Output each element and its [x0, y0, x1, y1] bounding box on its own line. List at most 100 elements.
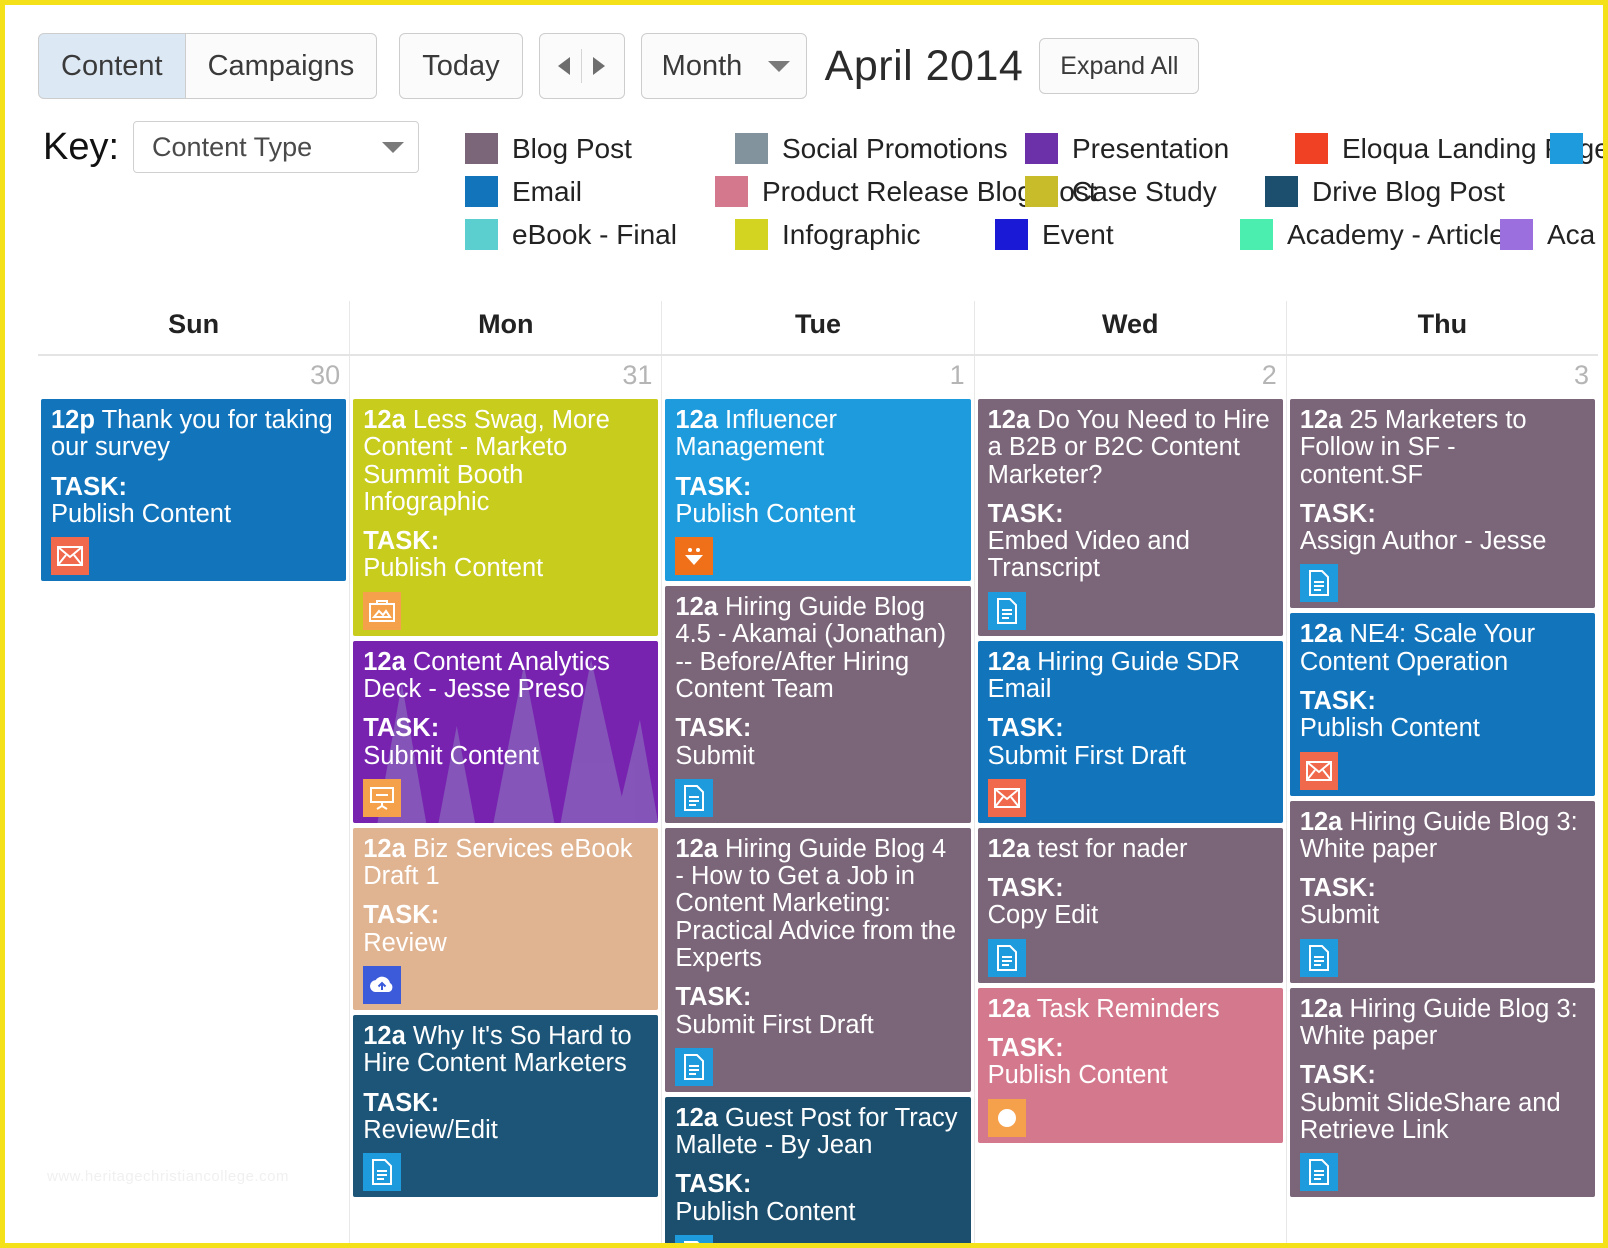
ebook-icon[interactable]: [363, 966, 401, 1004]
tab-campaigns[interactable]: Campaigns: [185, 33, 378, 99]
legend-item[interactable]: Email: [465, 176, 715, 208]
nav-divider: [581, 49, 582, 83]
calendar-event[interactable]: 12p Thank you for taking our surveyTASK:…: [41, 399, 346, 581]
event-title: 12a Do You Need to Hire a B2B or B2C Con…: [988, 407, 1273, 489]
event-task-value: Submit First Draft: [675, 1012, 960, 1039]
day-number: 3: [1290, 356, 1595, 399]
day-column[interactable]: 3 12a 25 Marketers to Follow in SF - cont…: [1286, 356, 1598, 1248]
event-time: 12a: [675, 1104, 718, 1132]
calendar-event[interactable]: 12a Hiring Guide SDR EmailTASK:Submit Fi…: [978, 641, 1283, 823]
legend-label: Email: [512, 176, 582, 208]
presentation-icon[interactable]: [363, 779, 401, 817]
calendar-event[interactable]: 12a Biz Services eBook Draft 1TASK:Revie…: [353, 828, 658, 1010]
tab-content[interactable]: Content: [38, 33, 186, 99]
document-icon[interactable]: [988, 592, 1026, 630]
legend-item[interactable]: eBook - Final: [465, 219, 735, 251]
legend-label: Blog Post: [512, 133, 632, 165]
event-title: 12a Hiring Guide Blog 4 - How to Get a J…: [675, 836, 960, 972]
document-icon[interactable]: [675, 1235, 713, 1248]
event-task-value: Submit Content: [363, 743, 648, 770]
calendar-event[interactable]: 12a test for naderTASK:Copy Edit: [978, 828, 1283, 983]
legend-item[interactable]: [1550, 133, 1590, 164]
calendar-event[interactable]: 12a Content Analytics Deck - Jesse Preso…: [353, 641, 658, 823]
legend-label: eBook - Final: [512, 219, 677, 251]
key-type-select[interactable]: Content Type: [133, 121, 419, 173]
legend-item[interactable]: Academy - Article: [1240, 219, 1500, 251]
day-column[interactable]: 2 12a Do You Need to Hire a B2B or B2C Co…: [974, 356, 1286, 1248]
document-icon[interactable]: [675, 779, 713, 817]
view-range-select[interactable]: Month: [641, 33, 807, 99]
day-number: 31: [353, 356, 658, 399]
legend-label: Infographic: [782, 219, 921, 251]
document-icon[interactable]: [1300, 1153, 1338, 1191]
legend-row: Email Product Release Blog PostCase Study…: [465, 170, 1608, 213]
event-task-label: TASK:: [675, 1171, 960, 1198]
event-task-label: TASK:: [363, 902, 648, 929]
calendar-event[interactable]: 12a Do You Need to Hire a B2B or B2C Con…: [978, 399, 1283, 636]
day-column[interactable]: 112a Influencer ManagementTASK:Publish C…: [661, 356, 973, 1248]
calendar-event[interactable]: 12a Why It's So Hard to Hire Content Mar…: [353, 1015, 658, 1197]
event-time: 12a: [1300, 808, 1343, 836]
event-task-value: Publish Content: [1300, 715, 1585, 742]
infographic-icon[interactable]: [363, 592, 401, 630]
legend: Blog Post Social PromotionsPresentationEl…: [465, 127, 1608, 256]
legend-label: Aca: [1547, 219, 1595, 251]
legend-swatch: [1025, 133, 1058, 164]
legend-item[interactable]: Eloqua Landing Page: [1295, 133, 1550, 165]
event-task-label: TASK:: [988, 715, 1273, 742]
document-icon[interactable]: [1300, 564, 1338, 602]
legend-item[interactable]: Presentation: [1025, 133, 1295, 165]
event-task-label: TASK:: [363, 1090, 648, 1117]
toolbar: Content Campaigns Today Month April 2014…: [38, 33, 1199, 99]
next-period-icon[interactable]: [593, 57, 605, 75]
email-icon[interactable]: [51, 537, 89, 575]
circle-icon[interactable]: [988, 1099, 1026, 1137]
legend-item[interactable]: Event: [995, 219, 1240, 251]
legend-label: Event: [1042, 219, 1114, 251]
calendar-event[interactable]: 12a 25 Marketers to Follow in SF - conte…: [1290, 399, 1595, 608]
calendar-event[interactable]: 12a Guest Post for Tracy Mallete - By Je…: [665, 1097, 970, 1248]
prev-period-icon[interactable]: [558, 57, 570, 75]
expand-all-button[interactable]: Expand All: [1039, 38, 1199, 94]
calendar-event[interactable]: 12a Hiring Guide Blog 4.5 - Akamai (Jona…: [665, 586, 970, 823]
email-icon[interactable]: [988, 779, 1026, 817]
legend-item[interactable]: Social Promotions: [735, 133, 1025, 165]
calendar-event[interactable]: 12a Hiring Guide Blog 4 - How to Get a J…: [665, 828, 970, 1092]
date-nav-group: [539, 33, 625, 99]
legend-swatch: [735, 219, 768, 250]
document-icon[interactable]: [988, 939, 1026, 977]
party-icon[interactable]: [675, 537, 713, 575]
document-icon[interactable]: [1300, 939, 1338, 977]
legend-swatch: [465, 176, 498, 207]
calendar-event[interactable]: 12a NE4: Scale Your Content OperationTAS…: [1290, 613, 1595, 795]
today-button[interactable]: Today: [399, 33, 522, 99]
event-title: 12a Guest Post for Tracy Mallete - By Je…: [675, 1105, 960, 1160]
legend-item[interactable]: Blog Post: [465, 133, 735, 165]
legend-item[interactable]: Product Release Blog Post: [715, 176, 1025, 208]
legend-row: eBook - Final Infographic Event Academy - A…: [465, 213, 1608, 256]
calendar-event[interactable]: 12a Less Swag, More Content - Marketo Su…: [353, 399, 658, 636]
event-time: 12a: [363, 835, 406, 863]
calendar-event[interactable]: 12a Influencer ManagementTASK:Publish Co…: [665, 399, 970, 581]
day-column[interactable]: 3012p Thank you for taking our surveyTAS…: [38, 356, 349, 1248]
event-task-value: Publish Content: [675, 501, 960, 528]
event-title: 12a test for nader: [988, 836, 1273, 863]
document-icon[interactable]: [363, 1153, 401, 1191]
legend-item[interactable]: Drive Blog Post: [1265, 176, 1565, 208]
event-title: 12a Why It's So Hard to Hire Content Mar…: [363, 1023, 648, 1078]
calendar-event[interactable]: 12a Hiring Guide Blog 3: White paperTASK…: [1290, 801, 1595, 983]
day-number: 2: [978, 356, 1283, 399]
chevron-down-icon: [382, 142, 404, 153]
day-column[interactable]: 3112a Less Swag, More Content - Marketo …: [349, 356, 661, 1248]
legend-item[interactable]: Infographic: [735, 219, 995, 251]
email-icon[interactable]: [1300, 752, 1338, 790]
legend-item[interactable]: Aca: [1500, 219, 1540, 251]
document-icon[interactable]: [675, 1048, 713, 1086]
calendar-event[interactable]: 12a Task RemindersTASK:Publish Content: [978, 988, 1283, 1143]
legend-item[interactable]: Case Study: [1025, 176, 1265, 208]
event-task-value: Submit First Draft: [988, 743, 1273, 770]
event-task-label: TASK:: [988, 501, 1273, 528]
calendar-event[interactable]: 12a Hiring Guide Blog 3: White paperTASK…: [1290, 988, 1595, 1197]
event-content: 12a Why It's So Hard to Hire Content Mar…: [363, 1023, 648, 1191]
event-title: 12a 25 Marketers to Follow in SF - conte…: [1300, 407, 1585, 489]
